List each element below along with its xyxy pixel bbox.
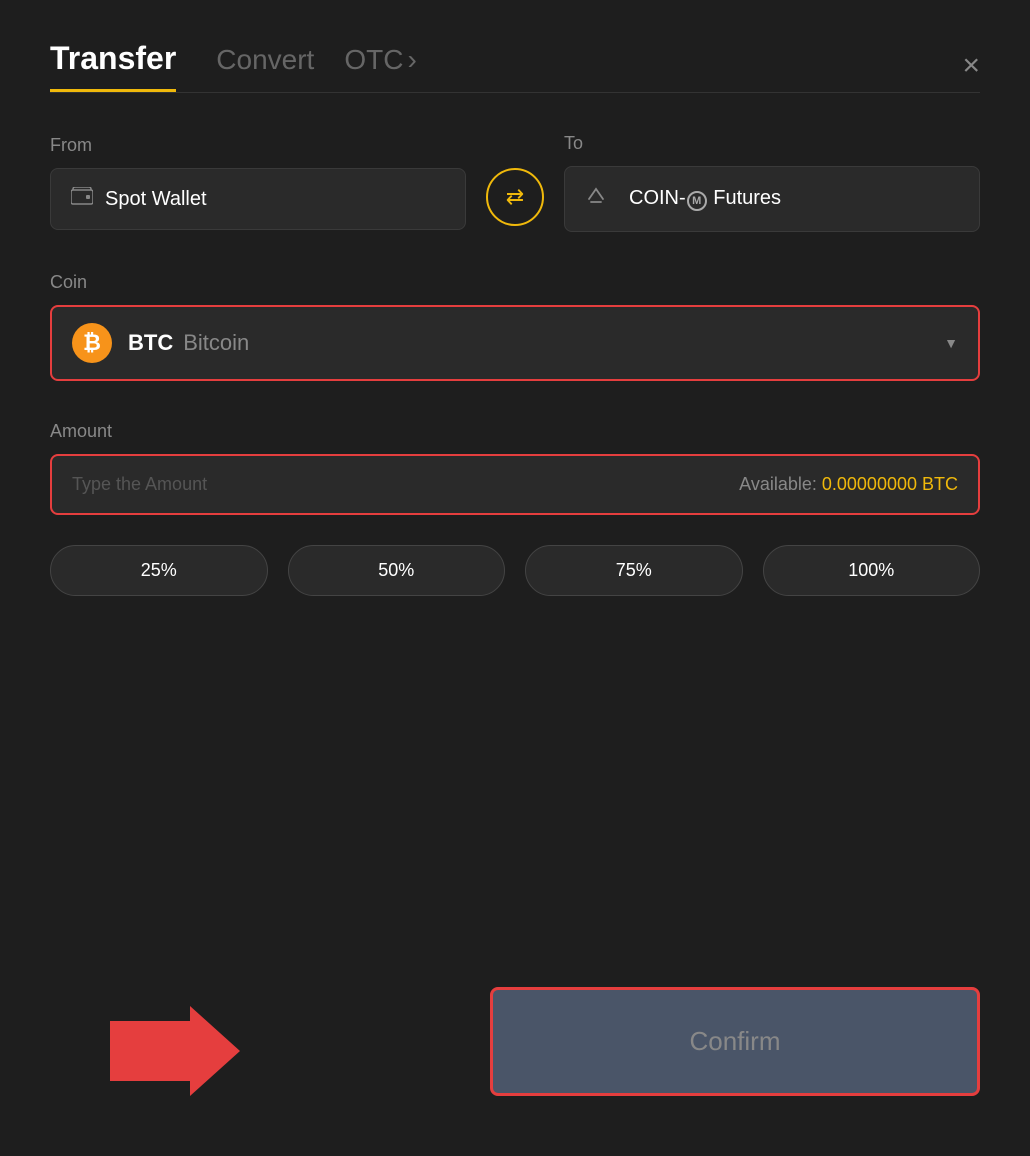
available-amount-value: 0.00000000 BTC xyxy=(822,474,958,494)
bottom-section: Confirm xyxy=(50,987,980,1096)
amount-input-box[interactable]: Type the Amount Available: 0.00000000 BT… xyxy=(50,454,980,515)
pct-25-button[interactable]: 25% xyxy=(50,545,268,596)
swap-icon: ⇄ xyxy=(506,184,524,210)
from-wallet-name: Spot Wallet xyxy=(105,188,207,211)
to-wallet-name: COIN-M Futures xyxy=(629,187,781,211)
pct-100-button[interactable]: 100% xyxy=(763,545,981,596)
close-button[interactable]: × xyxy=(962,51,980,81)
tab-convert[interactable]: Convert xyxy=(216,44,314,88)
pct-50-button[interactable]: 50% xyxy=(288,545,506,596)
tab-divider xyxy=(50,92,980,93)
amount-section: Amount Type the Amount Available: 0.0000… xyxy=(50,421,980,545)
futures-icon xyxy=(585,185,607,213)
confirm-button[interactable]: Confirm xyxy=(490,987,980,1096)
dropdown-arrow-icon: ▼ xyxy=(944,335,958,351)
coin-full-name: Bitcoin xyxy=(183,330,249,356)
coin-label: Coin xyxy=(50,272,980,293)
chevron-right-icon: › xyxy=(407,44,416,76)
pct-75-button[interactable]: 75% xyxy=(525,545,743,596)
percentage-buttons: 25% 50% 75% 100% xyxy=(50,545,980,596)
from-to-section: From Spot Wallet ⇄ To xyxy=(50,133,980,232)
arrow-indicator xyxy=(110,1006,240,1096)
red-arrow-icon xyxy=(110,1006,240,1096)
coin-dropdown[interactable]: ₿ BTC Bitcoin ▼ xyxy=(50,305,980,381)
amount-label: Amount xyxy=(50,421,980,442)
tab-transfer[interactable]: Transfer xyxy=(50,40,176,92)
from-column: From Spot Wallet xyxy=(50,135,466,230)
coin-symbol: BTC xyxy=(128,330,173,356)
to-column: To COIN-M Futures xyxy=(564,133,980,232)
coin-section: Coin ₿ BTC Bitcoin ▼ xyxy=(50,272,980,421)
wallet-icon xyxy=(71,187,93,211)
transfer-modal: Transfer Convert OTC › × From Spot Walle… xyxy=(0,0,1030,1156)
tab-otc[interactable]: OTC › xyxy=(344,44,416,88)
amount-placeholder: Type the Amount xyxy=(72,474,207,495)
btc-logo: ₿ xyxy=(72,323,112,363)
to-label: To xyxy=(564,133,980,154)
to-wallet-selector[interactable]: COIN-M Futures xyxy=(564,166,980,232)
from-wallet-selector[interactable]: Spot Wallet xyxy=(50,168,466,230)
from-label: From xyxy=(50,135,466,156)
swap-button[interactable]: ⇄ xyxy=(486,168,544,226)
modal-header: Transfer Convert OTC › × xyxy=(50,40,980,92)
available-display: Available: 0.00000000 BTC xyxy=(739,474,958,495)
